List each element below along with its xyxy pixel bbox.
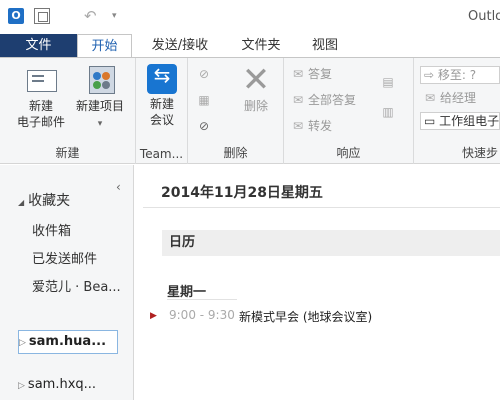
delete-button[interactable]: ✕ 删除 xyxy=(234,60,278,114)
more-respond-button[interactable]: ▥ xyxy=(380,102,398,122)
move-icon: ⇨ xyxy=(424,68,438,82)
group-label-delete: 删除 xyxy=(223,146,248,160)
new-meeting-button[interactable]: 新建 会议 xyxy=(140,64,184,128)
chevron-left-icon[interactable]: ‹ xyxy=(116,180,121,194)
forward-manager-icon: ✉ xyxy=(424,91,436,105)
appointment-subject[interactable]: 新模式早会 (地球会议室) xyxy=(239,308,372,325)
new-email-label: 新建 电子邮件 xyxy=(16,99,65,129)
forward-button[interactable]: ✉ 转发 xyxy=(290,116,332,136)
divider xyxy=(143,207,500,208)
team-email-icon: ▭ xyxy=(424,114,440,128)
ribbon-group-delete: ⊘ ▦ ⊘ ✕ 删除 删除 xyxy=(188,58,284,164)
group-label-respond: 响应 xyxy=(336,146,361,160)
ribbon-tabs: 文件 开始 发送/接收 文件夹 视图 xyxy=(0,34,500,58)
new-meeting-label: 新建 会议 xyxy=(149,97,174,127)
appointment-marker-icon: ▶ xyxy=(150,311,157,321)
quickstep-to-manager[interactable]: ✉ 给经理 xyxy=(422,88,476,108)
cleanup-button[interactable]: ▦ xyxy=(196,90,214,110)
ignore-icon: ⊘ xyxy=(198,67,210,81)
chevron-down-icon: ▾ xyxy=(97,119,103,129)
undo-icon[interactable]: ↶ xyxy=(84,8,100,24)
window-title: Outlo xyxy=(468,9,500,24)
content-pane: 2014年11月28日星期五 日历 星期一 ▶ 9:00 - 9:30 新模式早… xyxy=(135,165,500,400)
folder-sent[interactable]: 已发送邮件 xyxy=(32,248,97,267)
outlook-app-icon[interactable]: O xyxy=(8,8,24,24)
reply-label: 答复 xyxy=(308,67,333,81)
group-label-new: 新建 xyxy=(55,146,80,160)
favorites-header[interactable]: ◢ 收藏夹 xyxy=(18,190,70,210)
delete-icon: ✕ xyxy=(241,60,271,100)
more-icon: ▥ xyxy=(382,105,394,119)
account-label: sam.hxq... xyxy=(27,377,97,392)
day-label: 星期一 xyxy=(167,285,207,300)
ribbon-group-respond: ✉ 答复 ✉ 全部答复 ✉ 转发 ▤ ▥ 响应 xyxy=(284,58,414,164)
ignore-button[interactable]: ⊘ xyxy=(196,64,214,84)
account-item[interactable]: ▷ sam.hua... xyxy=(18,330,118,354)
title-bar: O ↶ ▾ Outlo xyxy=(0,0,500,34)
folder-inbox[interactable]: 收件箱 xyxy=(32,220,71,239)
tab-home[interactable]: 开始 xyxy=(77,34,132,58)
favorites-label: 收藏夹 xyxy=(28,193,71,209)
reply-button[interactable]: ✉ 答复 xyxy=(290,64,332,84)
reply-all-button[interactable]: ✉ 全部答复 xyxy=(290,90,356,110)
collapsed-triangle-icon: ▷ xyxy=(19,338,26,348)
folder-pane: ‹ ◢ 收藏夹 收件箱 已发送邮件 爱范儿 · Bea... ▷ sam.hua..… xyxy=(0,165,134,400)
customize-quick-access-icon[interactable]: ▾ xyxy=(112,8,128,24)
quickstep-team-email-label: 工作组电子 xyxy=(439,114,500,128)
expand-triangle-icon: ◢ xyxy=(18,198,25,207)
junk-button[interactable]: ⊘ xyxy=(196,116,214,136)
calendar-section-header[interactable]: 日历 xyxy=(162,230,500,256)
delete-label: 删除 xyxy=(243,99,268,113)
account-item[interactable]: ▷ sam.hxq... xyxy=(18,374,96,398)
quickstep-to-manager-label: 给经理 xyxy=(440,91,477,105)
cleanup-icon: ▦ xyxy=(198,93,210,107)
ribbon-group-teamviewer: 新建 会议 Team... xyxy=(136,58,188,164)
reply-all-label: 全部答复 xyxy=(308,93,357,107)
send-receive-all-icon[interactable] xyxy=(34,8,50,24)
appointment-time[interactable]: 9:00 - 9:30 xyxy=(169,308,235,322)
tab-file[interactable]: 文件 xyxy=(0,34,77,58)
meeting-icon: ▤ xyxy=(382,75,394,89)
forward-label: 转发 xyxy=(308,119,333,133)
new-items-button[interactable]: 新建项目 ▾ xyxy=(70,64,130,132)
reply-all-icon: ✉ xyxy=(292,93,304,107)
group-label-teamviewer: Team... xyxy=(139,147,184,161)
folder-ifanr[interactable]: 爱范儿 · Bea... xyxy=(32,276,121,295)
group-label-quick-steps: 快速步 xyxy=(461,146,498,160)
ribbon: 新建 电子邮件 新建项目 ▾ 新建 新建 会议 Team... ⊘ ▦ ⊘ ✕ … xyxy=(0,57,500,164)
teamviewer-icon xyxy=(147,64,177,94)
new-email-icon xyxy=(24,64,58,96)
reply-icon: ✉ xyxy=(292,67,304,81)
account-label: sam.hua... xyxy=(28,334,107,349)
tab-folder[interactable]: 文件夹 xyxy=(230,34,292,58)
tab-send-receive[interactable]: 发送/接收 xyxy=(140,34,220,58)
new-items-label: 新建项目 xyxy=(75,99,124,113)
ribbon-group-quick-steps: ⇨ 移至: ? ✉ 给经理 ▭ 工作组电子 快速步 xyxy=(414,58,500,164)
tab-view[interactable]: 视图 xyxy=(300,34,350,58)
new-email-button[interactable]: 新建 电子邮件 xyxy=(10,64,72,130)
divider xyxy=(167,299,237,300)
quickstep-move-to-label: 移至: ? xyxy=(437,68,477,82)
collapsed-triangle-icon: ▷ xyxy=(18,381,25,391)
forward-icon: ✉ xyxy=(292,119,304,133)
meeting-reply-button[interactable]: ▤ xyxy=(380,72,398,92)
new-items-icon xyxy=(83,64,117,96)
ribbon-group-new: 新建 电子邮件 新建项目 ▾ 新建 xyxy=(0,58,136,164)
junk-icon: ⊘ xyxy=(198,119,210,133)
quickstep-move-to[interactable]: ⇨ 移至: ? xyxy=(420,66,500,84)
date-heading: 2014年11月28日星期五 xyxy=(161,185,323,201)
quickstep-team-email[interactable]: ▭ 工作组电子 xyxy=(420,112,500,130)
